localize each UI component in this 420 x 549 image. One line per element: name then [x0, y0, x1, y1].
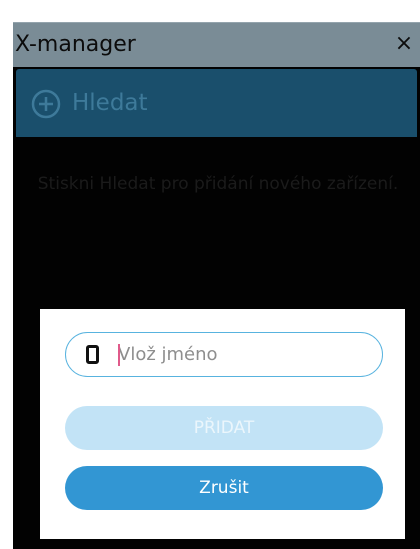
screen: X-manager × Hledat Stiskni Hledat pro př…	[0, 0, 420, 549]
search-button-label: Hledat	[72, 90, 148, 116]
app-window: X-manager × Hledat Stiskni Hledat pro př…	[13, 22, 420, 549]
title-bar: X-manager ×	[13, 22, 420, 67]
plus-circle-icon	[31, 89, 61, 119]
phone-icon	[86, 345, 99, 364]
text-caret	[118, 344, 120, 366]
device-name-input[interactable]: Vlož jméno	[65, 332, 383, 377]
add-device-dialog: Vlož jméno PŘIDAT Zrušit	[40, 309, 405, 539]
close-icon[interactable]: ×	[393, 30, 415, 58]
empty-state-hint: Stiskni Hledat pro přidání nového zaříze…	[37, 174, 399, 194]
add-button[interactable]: PŘIDAT	[65, 406, 383, 450]
device-name-placeholder: Vlož jméno	[118, 344, 218, 365]
search-button[interactable]: Hledat	[16, 69, 417, 137]
cancel-button[interactable]: Zrušit	[65, 466, 383, 510]
window-title: X-manager	[15, 32, 136, 57]
